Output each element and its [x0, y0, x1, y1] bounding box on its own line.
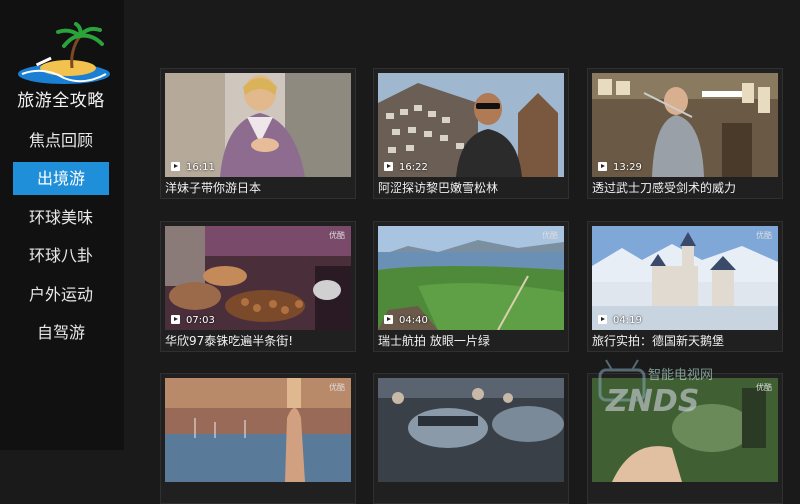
play-icon — [171, 161, 180, 171]
sidebar: 旅游全攻略 焦点回顾 出境游 环球美味 环球八卦 户外运动 自驾游 — [0, 0, 124, 450]
video-duration: 04:19 — [598, 314, 642, 327]
play-icon — [384, 161, 393, 171]
nav-item-global-gossip[interactable]: 环球八卦 — [13, 239, 109, 272]
play-icon — [598, 161, 607, 171]
video-thumbnail — [378, 378, 564, 482]
video-duration: 07:03 — [171, 314, 215, 327]
video-title: 透过武士刀感受剑术的威力 — [592, 181, 737, 195]
nav-item-self-driving[interactable]: 自驾游 — [13, 316, 109, 349]
video-card[interactable]: 16:11 洋妹子带你游日本 — [160, 68, 356, 199]
source-badge: 优酷 — [756, 383, 772, 392]
video-card[interactable]: 优酷 04:40 瑞士航拍 放眼一片绿 — [373, 221, 569, 352]
video-thumbnail: 优酷 — [592, 378, 778, 482]
video-duration: 16:11 — [171, 161, 215, 174]
video-title: 瑞士航拍 放眼一片绿 — [378, 334, 490, 348]
video-duration: 16:22 — [384, 161, 428, 174]
video-card[interactable]: 13:29 透过武士刀感受剑术的威力 — [587, 68, 783, 199]
source-badge: 优酷 — [542, 231, 558, 240]
video-thumbnail: 16:22 — [378, 73, 564, 177]
video-thumbnail: 13:29 — [592, 73, 778, 177]
video-title: 华欣97泰铢吃遍半条街! — [165, 334, 294, 348]
video-title: 旅行实拍：德国新天鹅堡 — [592, 334, 725, 348]
video-thumbnail: 优酷 04:19 — [592, 226, 778, 330]
video-thumbnail: 优酷 — [165, 378, 351, 482]
video-card[interactable]: 16:22 阿涩探访黎巴嫩雪松林 — [373, 68, 569, 199]
source-badge: 优酷 — [329, 231, 345, 240]
app-title: 旅游全攻略 — [17, 91, 105, 111]
video-title: 洋妹子带你游日本 — [165, 181, 262, 195]
video-card[interactable]: 优酷 04:19 旅行实拍：德国新天鹅堡 — [587, 221, 783, 352]
video-thumbnail: 优酷 07:03 — [165, 226, 351, 330]
video-duration: 13:29 — [598, 161, 642, 174]
nav-item-global-food[interactable]: 环球美味 — [13, 201, 109, 234]
nav-item-outbound-travel[interactable]: 出境游 — [13, 162, 109, 195]
video-thumbnail: 优酷 04:40 — [378, 226, 564, 330]
video-card[interactable]: 优酷 — [160, 373, 356, 504]
play-icon — [598, 314, 607, 324]
app-logo — [14, 22, 110, 86]
source-badge: 优酷 — [756, 231, 772, 240]
video-thumbnail: 16:11 — [165, 73, 351, 177]
video-title: 阿涩探访黎巴嫩雪松林 — [378, 181, 499, 195]
video-card[interactable]: 优酷 — [587, 373, 783, 504]
source-badge: 优酷 — [329, 383, 345, 392]
play-icon — [171, 314, 180, 324]
video-card[interactable] — [373, 373, 569, 504]
video-duration: 04:40 — [384, 314, 428, 327]
play-icon — [384, 314, 393, 324]
nav-item-focus-review[interactable]: 焦点回顾 — [13, 124, 109, 157]
nav-item-outdoor-sports[interactable]: 户外运动 — [13, 278, 109, 311]
video-card[interactable]: 优酷 07:03 华欣97泰铢吃遍半条街! — [160, 221, 356, 352]
